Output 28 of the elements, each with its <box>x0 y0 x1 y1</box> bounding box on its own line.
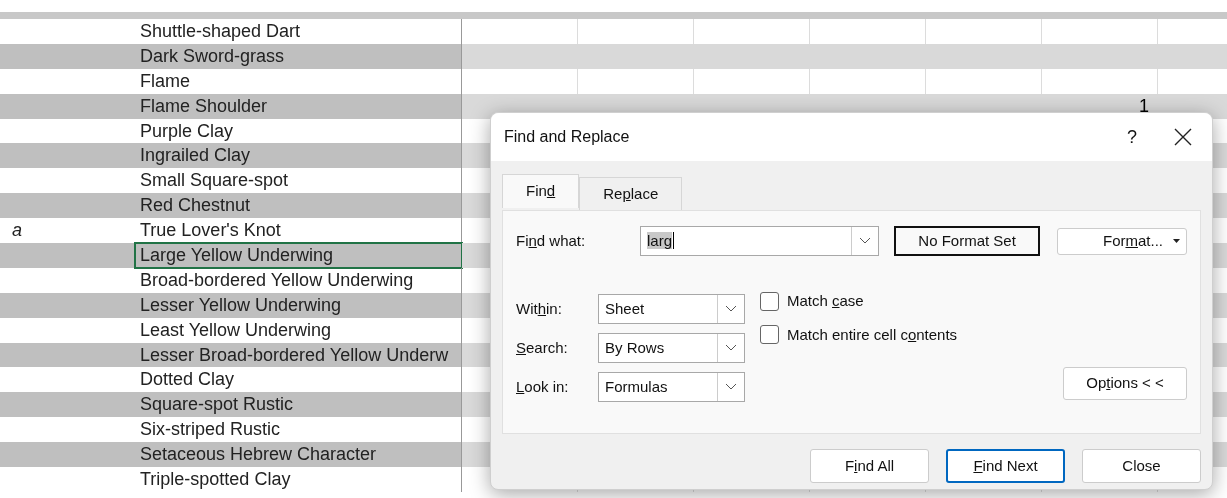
field-label: Look in: <box>516 376 570 397</box>
help-button[interactable]: ? <box>1112 123 1152 151</box>
format-status: No Format Set <box>894 226 1040 256</box>
table-cell: Flame <box>135 68 462 94</box>
dropdown[interactable]: Sheet <box>598 294 745 324</box>
field-label: Search: <box>516 337 569 358</box>
checkbox-label: Match entire cell contents <box>787 324 958 345</box>
field-label: Find what: <box>516 230 587 251</box>
table-cell: True Lover's Knot <box>135 218 462 243</box>
checkbox-label: Match case <box>787 291 864 311</box>
options-button[interactable]: Options < < <box>1063 367 1187 400</box>
dropdown[interactable]: By Rows <box>598 333 745 363</box>
tab[interactable]: Replace <box>579 177 683 211</box>
tab[interactable]: Find <box>502 174 580 208</box>
format-button[interactable]: Format... <box>1056 227 1187 255</box>
table-cell: Large Yellow Underwing <box>135 243 462 268</box>
field-label: Within: <box>516 298 563 319</box>
dialog-button[interactable]: Find All <box>810 449 929 483</box>
dropdown[interactable]: Formulas <box>598 372 745 402</box>
table-cell: Least Yellow Underwing <box>135 317 462 343</box>
find-what-field[interactable]: larg <box>640 226 880 256</box>
table-cell: Triple-spotted Clay <box>135 467 462 492</box>
window-title: Find and Replace <box>504 127 631 147</box>
dialog-button[interactable]: Close <box>1082 449 1201 483</box>
table-cell: Broad-bordered Yellow Underwing <box>135 267 462 293</box>
dialog-button[interactable]: Find Next <box>946 449 1065 483</box>
table-cell-text: a <box>12 219 22 243</box>
table-cell: Shuttle-shaped Dart <box>135 19 462 44</box>
